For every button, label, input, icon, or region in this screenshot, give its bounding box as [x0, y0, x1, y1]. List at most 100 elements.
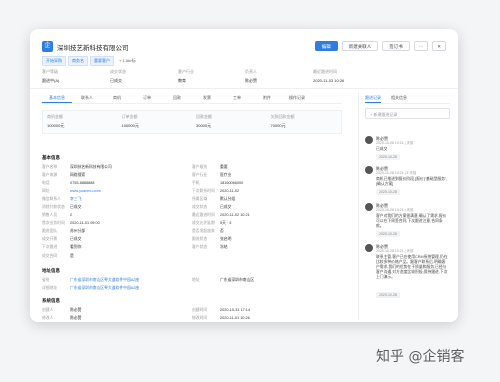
field-label: 跟进状态	[192, 237, 208, 242]
field-value: 2020-10-31 17:14	[220, 307, 250, 312]
info-field: 成交合同 是	[42, 254, 192, 259]
field-label: 是否发起放弃	[192, 229, 215, 234]
field-label: 下次联系时间	[192, 188, 215, 193]
tab-logs[interactable]: 操作记录	[282, 92, 312, 103]
field-label: 省份	[42, 277, 50, 282]
edit-button[interactable]: 编辑	[314, 41, 338, 51]
field-last-follow: 最近跟进时间 2020-11-03 10:26	[313, 69, 345, 83]
new-contact-button[interactable]: 新建关联人	[341, 41, 379, 51]
field-label: 客户来源	[42, 172, 58, 177]
field-deal-status: 成交状态 已成交	[110, 69, 126, 83]
avatar	[365, 166, 373, 174]
info-row: 客户名称 深圳技艺新科技有限公司 客户级别 重要	[42, 163, 342, 171]
field-label: 修改时间	[192, 315, 208, 320]
info-field: 成交状态 已成交	[192, 205, 342, 210]
field-label: 最近跟进时间	[192, 213, 215, 218]
tab-invoices[interactable]: 发票	[192, 92, 222, 103]
info-field: 销售人员 2	[42, 213, 192, 218]
info-row: 成交合同 是	[42, 252, 342, 260]
activity-tabs: 跟进记录 相关信息	[365, 92, 450, 104]
tab-follow-records[interactable]: 跟进记录	[365, 92, 381, 103]
info-field: 电话 0755-8888888	[42, 181, 192, 186]
field-value: 2020-11-02	[220, 188, 240, 193]
tag-list: 开始采购 商务名 重要客户 + 1 Attr标	[42, 56, 136, 66]
stat-opportunity: 商机金额 100000元	[47, 114, 65, 128]
date-chip: 2020-10-28	[376, 292, 400, 298]
field-label: 地址	[192, 277, 200, 282]
tab-orders[interactable]: 订单	[132, 92, 162, 103]
sign-button[interactable]: 签订书	[382, 41, 410, 51]
field-label: 成交开票	[42, 237, 58, 242]
tag[interactable]: 商务名	[68, 56, 88, 66]
field-label: 客户状态	[192, 245, 208, 250]
info-row: 下次跟进 看到你 客户状态 冻结	[42, 244, 342, 252]
customer-detail-card: 企 深圳技艺新科技有限公司 开始采购 商务名 重要客户 + 1 Attr标 编辑…	[30, 29, 458, 322]
field-value: 苏州分部	[70, 229, 86, 234]
info-field: 首次业务时间 2020-11-01 09:00	[42, 221, 192, 226]
field-value: 2020-11-01 10:26	[220, 315, 250, 320]
field-link[interactable]: 广东省深圳市南山区粤大道软件中园A2座	[70, 278, 139, 283]
info-field: 省份 广东省深圳市南山区粤大道软件中园A2座	[42, 278, 192, 283]
stat-unpaid: 欠款回款金额 70000元	[270, 114, 295, 128]
field-link[interactable]: 李三飞	[70, 197, 81, 202]
info-field: 下次跟进 看到你	[42, 245, 192, 250]
avatar	[365, 136, 373, 144]
field-value: 看到你	[70, 245, 82, 250]
stat-paid: 回款金额 30000元	[196, 114, 212, 128]
address-info-grid: 省份 广东省深圳市南山区粤大道软件中园A2座 地址 广东省深圳市南山区 详细地址 广东省深…	[42, 276, 342, 292]
tab-tickets[interactable]: 工单	[222, 92, 252, 103]
field-value: 否	[220, 229, 224, 234]
header-actions: 编辑 新建关联人 签订书 ··· ✕	[314, 41, 446, 51]
detail-tabs: 基本信息 联系人 商机 订单 回款 发票 工单 附件 操作记录	[42, 92, 342, 104]
field-label: 所属区域	[192, 196, 208, 201]
date-chip: 2020-10-28	[376, 189, 400, 195]
field-value: 医疗业	[220, 172, 232, 177]
field-value: 重要	[220, 164, 228, 169]
field-label: 创建人	[42, 307, 54, 312]
company-name: 深圳技艺新科技有限公司	[57, 45, 129, 52]
field-label: 网址	[42, 188, 50, 193]
tab-basic[interactable]: 基本信息	[42, 92, 72, 103]
tab-attachments[interactable]: 附件	[252, 92, 282, 103]
info-field: 消除付款状态 已成交	[42, 205, 192, 210]
info-field: 网址 www.yuanmu.com	[42, 189, 192, 194]
field-value: 网络搜索	[70, 172, 86, 177]
info-field: 是否发起放弃否	[192, 229, 342, 234]
new-follow-input[interactable]: + 新建跟进记录	[365, 108, 450, 119]
tab-opportunities[interactable]: 商机	[102, 92, 132, 103]
system-info-grid: 创建人 陈必赞 创建时间 2020-10-31 17:14 修改人 陈必赞 修改时间 2020…	[42, 306, 342, 320]
field-link[interactable]: 广东省深圳市南山区粤大道软件中园A2座	[70, 286, 139, 291]
field-label: 详细地址	[42, 285, 58, 290]
detail-header: 企 深圳技艺新科技有限公司 开始采购 商务名 重要客户 + 1 Attr标 编辑…	[30, 29, 458, 89]
avatar	[365, 203, 373, 211]
field-link[interactable]: www.yuanmu.com	[70, 189, 101, 194]
info-field: 成交开票 已成交	[42, 237, 192, 242]
close-icon[interactable]: ✕	[432, 41, 446, 51]
add-tag-link[interactable]: + 1 Attr标	[119, 58, 136, 64]
more-icon[interactable]: ···	[413, 41, 429, 51]
info-field: 客户级别 重要	[192, 165, 342, 170]
info-field: 创建人 陈必赞	[42, 308, 192, 313]
field-label: 销售人员	[42, 213, 58, 218]
info-field: 微信联系人 李三飞	[42, 197, 192, 202]
field-value: 冻结	[220, 245, 228, 250]
section-title-basic: 基本信息	[42, 155, 60, 160]
field-value: 2	[70, 213, 73, 218]
info-row: 网址 www.yuanmu.com 下次联系时间 2020-11-02	[42, 187, 342, 195]
info-row: 消除付款状态 已成交 成交状态 已成交	[42, 203, 342, 211]
info-field: 详细地址 广东省深圳市南山区粤大道软件中园A2座	[42, 286, 192, 291]
tab-contacts[interactable]: 联系人	[72, 92, 102, 103]
tab-related-info[interactable]: 相关信息	[391, 92, 407, 103]
info-field: 客户状态 冻结	[192, 245, 342, 250]
tag[interactable]: 开始采购	[42, 56, 66, 66]
field-value: 深圳技艺新科技有限公司	[70, 164, 112, 169]
field-label: 跟进团队	[42, 229, 58, 234]
info-field: 客户名称 深圳技艺新科技有限公司	[42, 165, 192, 170]
info-field: 修改人 陈必赞	[42, 316, 192, 320]
tag[interactable]: 重要客户	[90, 56, 114, 66]
info-field: 跟进状态 张启明	[192, 237, 342, 242]
field-label: 修改人	[42, 315, 54, 320]
field-label: 客户级别	[192, 164, 208, 169]
tab-payments[interactable]: 回款	[162, 92, 192, 103]
field-label: 手机	[192, 180, 200, 185]
